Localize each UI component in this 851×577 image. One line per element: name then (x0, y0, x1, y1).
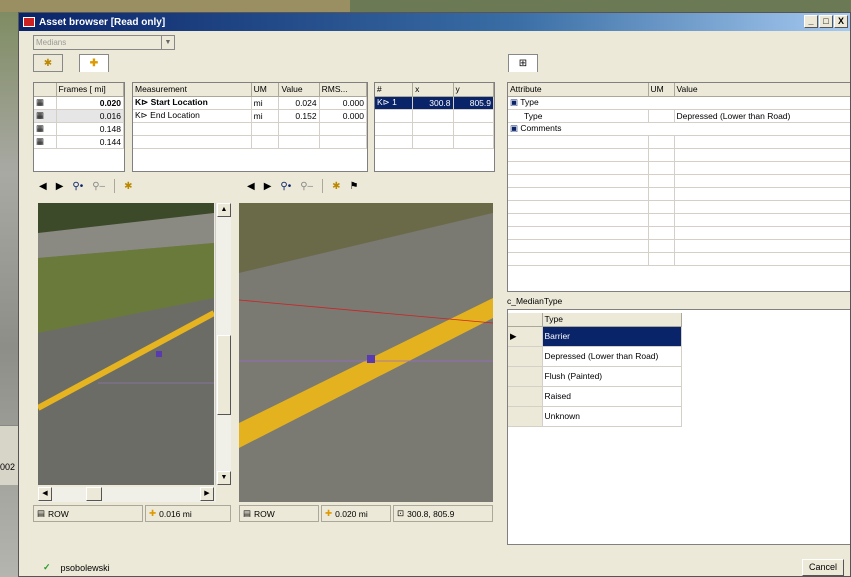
scroll-left-button[interactable]: ◀ (38, 487, 52, 501)
scroll-thumb[interactable] (86, 487, 102, 501)
table-row[interactable]: K⊳ Start Location mi 0.024 0.000 (133, 96, 368, 110)
right-road-image[interactable] (239, 203, 493, 502)
table-row[interactable]: ▦ 0.144 (34, 135, 124, 149)
measure-icon: K⊳ (135, 97, 149, 107)
asset-type-value: Medians (36, 38, 67, 47)
tab-attributes[interactable]: ⊞ (508, 54, 538, 72)
app-icon (23, 17, 35, 27)
title-bar[interactable]: Asset browser [Read only] _ □ X (19, 13, 850, 31)
left-road-image[interactable] (38, 203, 214, 485)
median-type-panel: Type ▶ Barrier Depressed (Lower than Road)… (507, 309, 850, 545)
measure-icon: K⊳ (377, 97, 390, 107)
settings-icon: ✱ (43, 57, 53, 69)
toolbar-divider (322, 179, 324, 193)
check-icon: ✓ (43, 562, 51, 572)
asset-type-select[interactable]: Medians ▼ (33, 35, 175, 50)
right-row-status: ▤ ROW (239, 505, 319, 522)
chevron-down-icon[interactable]: ▼ (161, 36, 174, 49)
measure-icon: K⊳ (135, 110, 148, 120)
table-row[interactable]: K⊳ 1 300.8 805.9 (375, 96, 495, 110)
folder-icon: ▣ (510, 123, 519, 133)
points-grid: # x y K⊳ 1 300.8 805.9 (374, 82, 495, 172)
left-vertical-scrollbar[interactable]: ▲ ▼ (215, 203, 231, 485)
camera-icon: ▦ (34, 109, 57, 123)
back-arrow-icon[interactable]: ◀ (247, 181, 255, 192)
camera-icon: ▦ (34, 135, 57, 149)
median-type-option[interactable]: Unknown (508, 406, 682, 427)
scroll-down-button[interactable]: ▼ (217, 471, 231, 485)
attribute-group-type[interactable]: ▣ Type (508, 96, 850, 110)
window-title: Asset browser [Read only] (39, 16, 166, 28)
pin-icon[interactable]: ⚑ (350, 181, 359, 192)
zoom-in-icon[interactable]: ⚲• (72, 181, 83, 192)
forward-arrow-icon[interactable]: ▶ (264, 181, 272, 192)
row-icon: ▤ (243, 508, 252, 518)
folder-icon: ▣ (510, 97, 519, 107)
median-type-option[interactable]: Flush (Painted) (508, 366, 682, 387)
zoom-out-icon[interactable]: ⚲– (300, 181, 313, 192)
right-image-toolbar: ◀ ▶ ⚲• ⚲– ✱ ⚑ (247, 177, 358, 195)
zoom-in-icon[interactable]: ⚲• (280, 181, 291, 192)
camera-icon: ▦ (34, 122, 57, 136)
close-button[interactable]: X (834, 15, 848, 28)
frames-grid: Frames [ mi] ▦ 0.020 ▦ 0.016 ▦ 0.148 ▦ 0.144 (33, 82, 125, 172)
minimize-button[interactable]: _ (804, 15, 818, 28)
attributes-grid: Attribute UM Value ▣ Type Type Depressed… (507, 82, 850, 292)
median-type-option[interactable]: ▶ Barrier (508, 326, 682, 347)
settings-icon[interactable]: ✱ (332, 181, 340, 192)
pointer-icon: ⊡ (397, 508, 405, 518)
table-row[interactable]: Type Depressed (Lower than Road) (508, 109, 850, 123)
median-type-title: c_MedianType (507, 296, 563, 306)
left-horizontal-scrollbar[interactable]: ◀ ▶ (38, 487, 216, 502)
forward-arrow-icon[interactable]: ▶ (56, 181, 64, 192)
median-type-option[interactable]: Depressed (Lower than Road) (508, 346, 682, 367)
plus-icon: ✚ (325, 508, 333, 518)
toolbar-divider (114, 179, 116, 193)
attributes-icon: ⊞ (518, 58, 528, 69)
measurements-grid: Measurement UM Value RMS... K⊳ Start Loc… (132, 82, 368, 172)
table-row[interactable]: ▦ 0.016 (34, 109, 124, 123)
median-type-grid: Type ▶ Barrier Depressed (Lower than Road)… (508, 313, 682, 427)
table-row[interactable]: ▦ 0.148 (34, 122, 124, 136)
table-row[interactable]: ▦ 0.020 (34, 96, 124, 110)
scroll-up-button[interactable]: ▲ (217, 203, 231, 217)
left-image-toolbar: ◀ ▶ ⚲• ⚲– ✱ (39, 177, 133, 195)
left-distance-status: ✚ 0.016 mi (145, 505, 231, 522)
plus-icon: ✚ (89, 58, 99, 69)
plus-icon: ✚ (149, 508, 157, 518)
background-number: 002 (0, 462, 16, 472)
camera-icon: ▦ (34, 96, 57, 110)
attribute-group-comments[interactable]: ▣ Comments (508, 122, 850, 136)
left-row-status: ▤ ROW (33, 505, 143, 522)
maximize-button[interactable]: □ (819, 15, 833, 28)
asset-browser-window: Asset browser [Read only] _ □ X Medians … (18, 12, 851, 577)
right-distance-status: ✚ 0.020 mi (321, 505, 391, 522)
scroll-thumb[interactable] (217, 335, 231, 415)
row-icon: ▤ (37, 508, 46, 518)
coordinates-status: ⊡ 300.8, 805.9 (393, 505, 493, 522)
table-row[interactable]: K⊳ End Location mi 0.152 0.000 (133, 109, 368, 123)
cancel-button[interactable]: Cancel (802, 559, 844, 576)
median-type-option[interactable]: Raised (508, 386, 682, 407)
user-name: psobolewski (60, 562, 110, 573)
background-top (0, 0, 350, 12)
tab-measure[interactable]: ✚ (79, 54, 109, 72)
settings-icon[interactable]: ✱ (124, 181, 132, 192)
zoom-out-icon[interactable]: ⚲– (92, 181, 105, 192)
median-type-header: Type (542, 313, 682, 327)
scroll-right-button[interactable]: ▶ (200, 487, 214, 501)
tab-settings[interactable]: ✱ (33, 54, 63, 72)
back-arrow-icon[interactable]: ◀ (39, 181, 47, 192)
bottom-bar: ✓ psobolewski Cancel (19, 557, 850, 576)
frames-header: Frames [ mi] (56, 83, 124, 97)
